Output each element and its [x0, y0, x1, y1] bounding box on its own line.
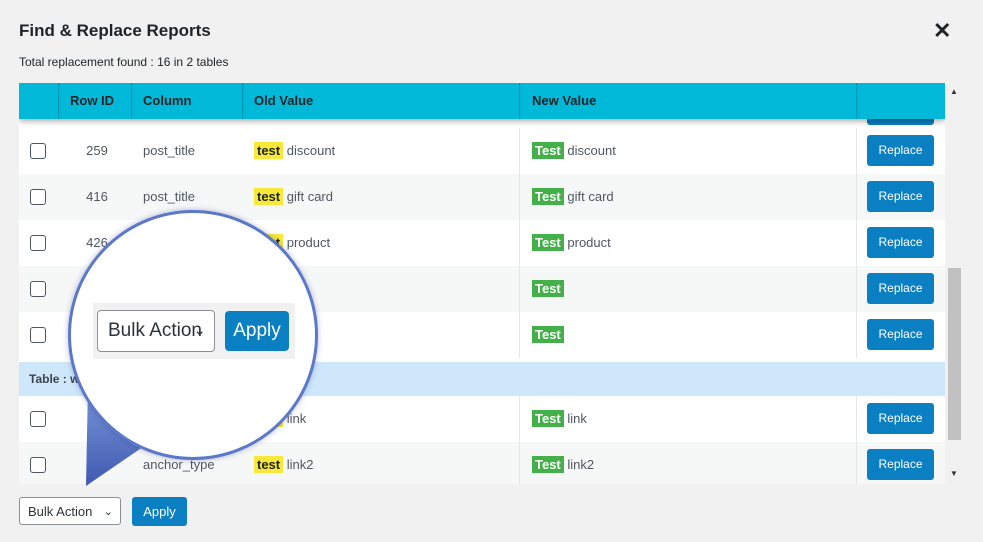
column-divider: [856, 312, 857, 358]
new-match-highlight: Test: [532, 410, 564, 427]
replace-button[interactable]: Replace: [867, 181, 934, 212]
header-divider: [519, 83, 520, 119]
new-value-text: link: [567, 411, 587, 426]
column-divider: [519, 128, 520, 174]
scrollbar-thumb[interactable]: [948, 268, 961, 440]
chevron-down-icon: ⌄: [193, 322, 206, 339]
new-match-highlight: Test: [532, 142, 564, 159]
magnified-select-label: Bulk Action: [108, 320, 202, 341]
row-checkbox[interactable]: [30, 281, 46, 297]
new-value: Test link2: [532, 442, 594, 484]
new-value-text: product: [567, 235, 611, 250]
replace-button[interactable]: Replace: [867, 319, 934, 350]
bulk-action-select[interactable]: Bulk Action ⌄: [19, 497, 121, 525]
column-name: post_title: [143, 143, 196, 158]
bulk-action-select-label: Bulk Action: [28, 504, 93, 519]
replace-button[interactable]: Replace: [867, 449, 934, 480]
row-id: 416: [86, 189, 108, 204]
scroll-down-arrow-icon[interactable]: ▼: [950, 469, 958, 478]
close-icon[interactable]: ✕: [933, 20, 951, 42]
replace-button[interactable]: Replace: [867, 273, 934, 304]
column-divider: [519, 312, 520, 358]
old-match-highlight: test: [254, 456, 284, 473]
header-row-id: Row ID: [70, 93, 115, 108]
row-checkbox[interactable]: [30, 327, 46, 343]
column-divider: [519, 442, 520, 484]
row-id: [77, 442, 117, 484]
new-match-highlight: Test: [532, 188, 564, 205]
new-match-highlight: Test: [532, 234, 564, 251]
new-match-highlight: Test: [532, 326, 564, 343]
column-divider: [519, 396, 520, 442]
row-checkbox[interactable]: [30, 457, 46, 473]
replace-button[interactable]: Replace: [867, 227, 934, 258]
header-divider: [58, 83, 59, 119]
old-value-text: link2: [286, 457, 314, 472]
header-divider: [242, 83, 243, 119]
header-new-value: New Value: [532, 93, 597, 108]
new-value-text: link2: [567, 457, 595, 472]
old-value-text: product: [286, 235, 331, 250]
scroll-up-arrow-icon[interactable]: ▲: [950, 87, 958, 96]
new-match-highlight: Test: [532, 456, 564, 473]
column-divider: [519, 220, 520, 266]
old-match-highlight: test: [254, 188, 284, 205]
new-value: Test product: [532, 220, 611, 266]
column-divider: [856, 174, 857, 220]
vertical-scrollbar[interactable]: ▲ ▼: [946, 83, 963, 484]
replace-button-partial[interactable]: [867, 119, 934, 125]
modal-title: Find & Replace Reports: [19, 21, 211, 40]
column-divider: [856, 396, 857, 442]
table-row: 259 post_title test discount Test discou…: [19, 128, 945, 174]
old-value-text: discount: [286, 143, 336, 158]
column-divider: [519, 266, 520, 312]
zoom-magnifier: Bulk Action ⌄ Apply: [68, 210, 318, 460]
chevron-down-icon: ⌄: [103, 506, 113, 518]
header-divider: [131, 83, 132, 119]
new-match-highlight: Test: [532, 280, 564, 297]
row-checkbox[interactable]: [30, 411, 46, 427]
column-divider: [856, 442, 857, 484]
new-value: Test: [532, 312, 564, 358]
new-value: Test discount: [532, 128, 616, 174]
table-header: Row ID Column Old Value New Value: [19, 83, 945, 119]
old-value: test discount: [254, 128, 335, 174]
column-divider: [856, 266, 857, 312]
old-value-text: gift card: [286, 189, 333, 204]
row-checkbox[interactable]: [30, 189, 46, 205]
replace-button[interactable]: Replace: [867, 135, 934, 166]
row-checkbox[interactable]: [30, 235, 46, 251]
new-value-text: discount: [567, 143, 616, 158]
header-old-value: Old Value: [254, 93, 314, 108]
old-value: test link2: [254, 442, 314, 484]
old-match-highlight: test: [254, 142, 284, 159]
column-divider: [856, 128, 857, 174]
new-value-text: gift card: [567, 189, 614, 204]
column-divider: [856, 220, 857, 266]
old-value: test gift card: [254, 174, 333, 220]
replace-button[interactable]: Replace: [867, 403, 934, 434]
replacement-summary: Total replacement found : 16 in 2 tables: [19, 55, 229, 69]
header-column: Column: [143, 93, 192, 108]
magnified-apply-button: Apply: [225, 311, 289, 351]
new-value: Test link: [532, 396, 587, 442]
row-checkbox[interactable]: [30, 143, 46, 159]
apply-button[interactable]: Apply: [132, 497, 187, 526]
table-row: 416 post_title test gift card Test gift …: [19, 174, 945, 220]
new-value: Test: [532, 266, 564, 312]
magnified-bulk-action-select: Bulk Action ⌄: [97, 310, 215, 352]
header-divider: [856, 83, 857, 119]
column-divider: [519, 174, 520, 220]
row-id: 259: [86, 143, 108, 158]
new-value: Test gift card: [532, 174, 614, 220]
